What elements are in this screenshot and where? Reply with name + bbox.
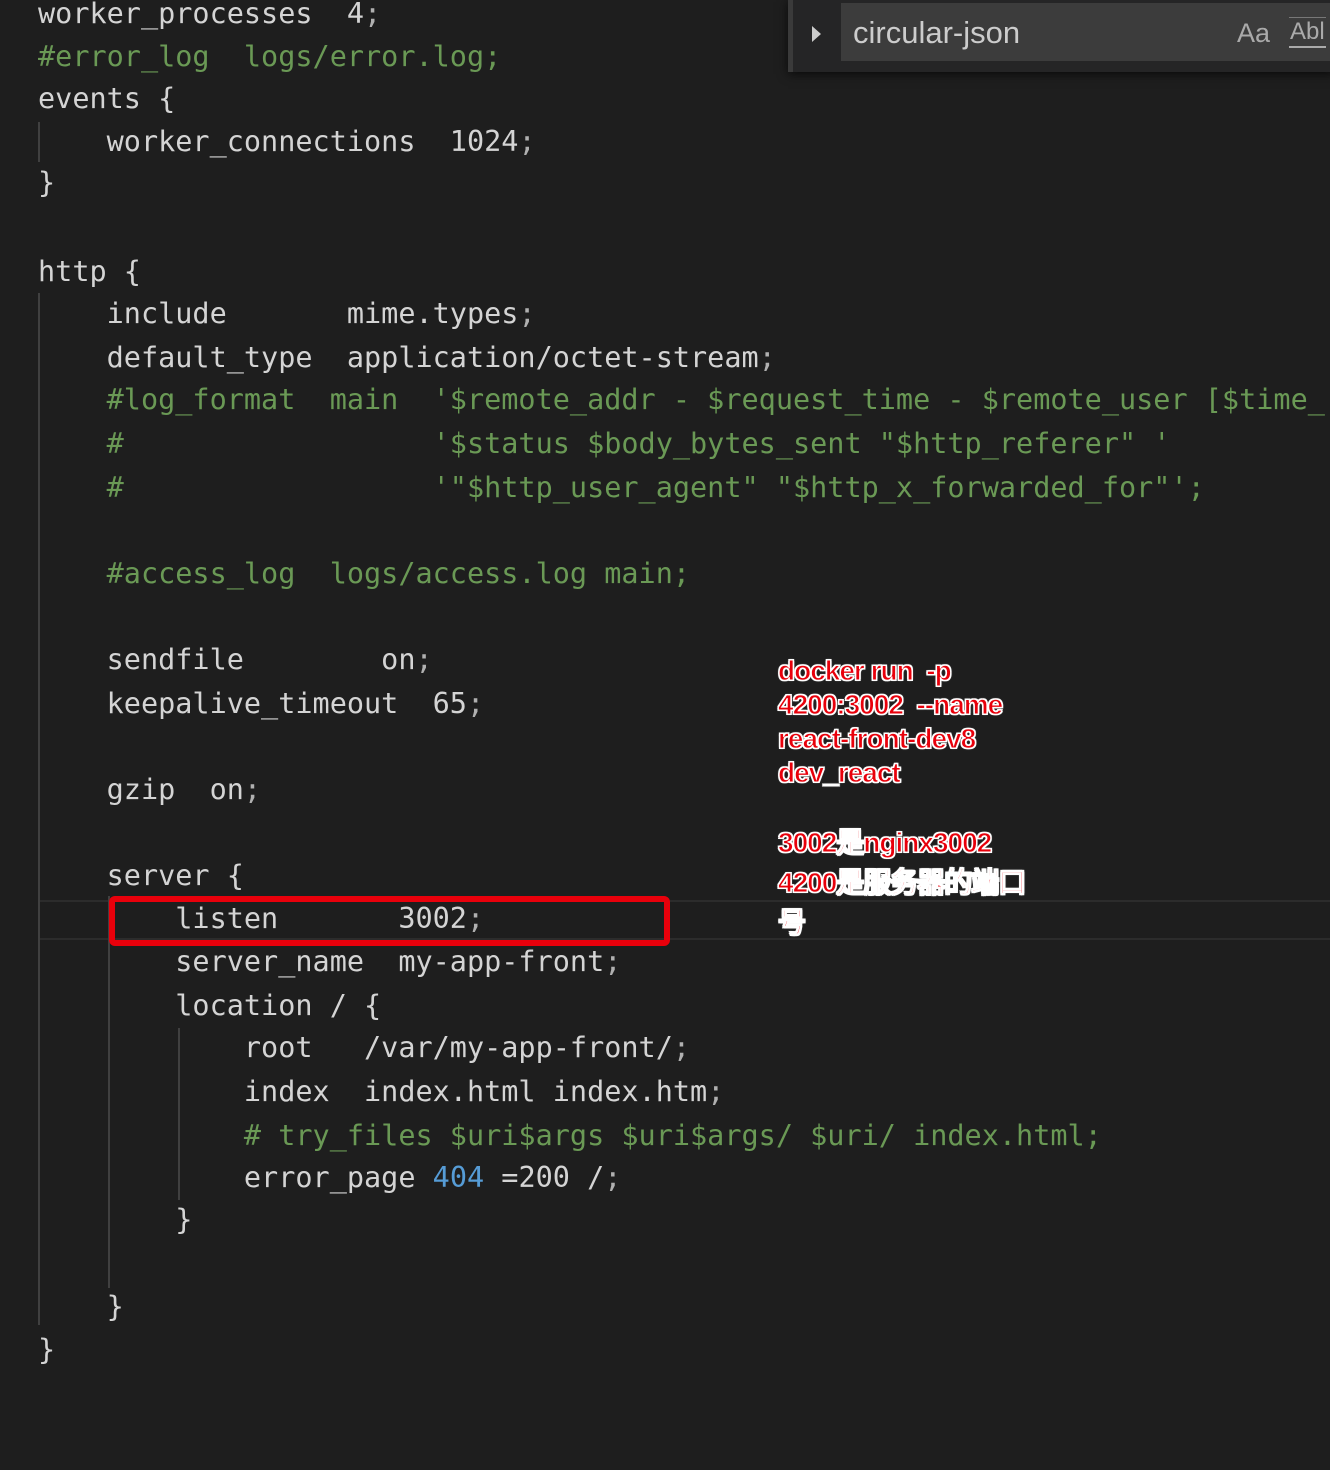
match-whole-word-toggle[interactable]: Abl [1289,17,1326,48]
find-widget: circular-json Aa Abl [788,0,1330,72]
code-token: ; [364,0,382,30]
find-input-value: circular-json [853,15,1021,50]
code-token: ; [604,945,622,978]
code-token: root /var/my-app-front/ [38,1031,673,1064]
code-token: } [38,1290,124,1323]
annotation-docker-line-3: react-front-dev8 [777,723,976,755]
code-line: } [38,1330,55,1370]
code-line: default_type application/octet-stream; [38,338,776,378]
annotation-port-line-1: 3002是nginx3002 [777,827,992,859]
code-token: ; [243,773,262,806]
code-token: } [38,1203,193,1236]
annotation-docker-line-1: docker run -p [778,655,953,687]
code-token: ; [758,341,776,374]
code-token: # '"$http_user_agent" "$http_x_forwarded… [38,471,1205,504]
code-line: # try_files $uri$args $uri$args/ $uri/ i… [38,1116,1102,1156]
code-token: server { [38,859,244,892]
code-line: } [38,1200,192,1240]
match-case-toggle[interactable]: Aa [1237,18,1270,49]
code-line: # '$status $body_bytes_sent "$http_refer… [38,424,1171,464]
code-token: } [38,1333,56,1366]
code-token: include mime.types [38,297,519,330]
code-line: root /var/my-app-front/; [38,1028,690,1068]
code-token: # '$status $body_bytes_sent "$http_refer… [38,427,1171,460]
code-token: ; [518,125,536,158]
code-line: #error_log logs/error.log; [38,37,501,77]
code-token: ; [466,687,485,720]
code-token: 404 [432,1161,485,1194]
code-line: worker_connections 1024; [38,122,536,162]
code-token: error_page [38,1161,433,1194]
chevron-right-icon[interactable] [807,20,827,48]
code-token: server_name my-app-front [38,945,605,978]
code-line: worker_processes 4; [38,0,381,34]
code-line: } [38,1287,124,1327]
code-line: #access_log logs/access.log main; [38,554,690,594]
annotation-port-line-3: 号 [777,907,806,939]
code-token: http { [38,255,141,288]
code-token: default_type application/octet-stream [38,341,759,374]
code-token: # try_files $uri$args $uri$args/ $uri/ i… [38,1119,1102,1152]
code-token: gzip on [38,773,244,806]
code-token: index index.html index.htm [38,1075,708,1108]
listen-port-highlight-box [109,896,670,946]
code-token: events { [38,82,176,115]
code-line: http { [38,252,141,292]
code-token: } [38,166,56,199]
code-token: ; [518,297,536,330]
code-token: location / { [38,989,382,1022]
code-token: ; [707,1075,725,1108]
annotation-docker-line-2: 4200:3002 --name [777,689,1003,721]
code-line: keepalive_timeout 65; [38,684,485,724]
code-line: include mime.types; [38,294,536,334]
code-line: server_name my-app-front; [38,942,621,982]
code-token: sendfile on [38,643,416,676]
code-token: #access_log logs/access.log main; [38,557,691,590]
code-line: #log_format main '$remote_addr - $reques… [38,380,1325,420]
code-line: events { [38,79,175,119]
code-line: sendfile on; [38,640,433,680]
code-token: worker_processes 4 [38,0,365,30]
code-line: server { [38,856,244,896]
code-token: ; [415,643,433,676]
code-token: ; [604,1161,622,1194]
code-line: location / { [38,986,381,1026]
code-line: } [38,163,55,203]
code-token: keepalive_timeout 65 [38,687,467,720]
code-line: # '"$http_user_agent" "$http_x_forwarded… [38,468,1205,508]
code-token: #error_log logs/error.log; [38,40,502,73]
code-token: #log_format main '$remote_addr - $reques… [38,383,1325,416]
annotation-docker-line-4: dev_react [778,757,902,789]
code-token: ; [672,1031,691,1064]
annotation-port-line-2: 4200是服务器的端口 [777,867,1026,899]
code-line: index index.html index.htm; [38,1072,724,1112]
code-editor[interactable]: worker_processes 4; #error_log logs/error… [0,0,1330,1470]
find-input[interactable]: circular-json Aa Abl [841,3,1330,61]
code-token: worker_connections 1024 [38,125,519,158]
code-line: error_page 404 =200 /; [38,1158,622,1198]
code-token: =200 / [484,1161,605,1194]
code-line: gzip on; [38,770,261,810]
